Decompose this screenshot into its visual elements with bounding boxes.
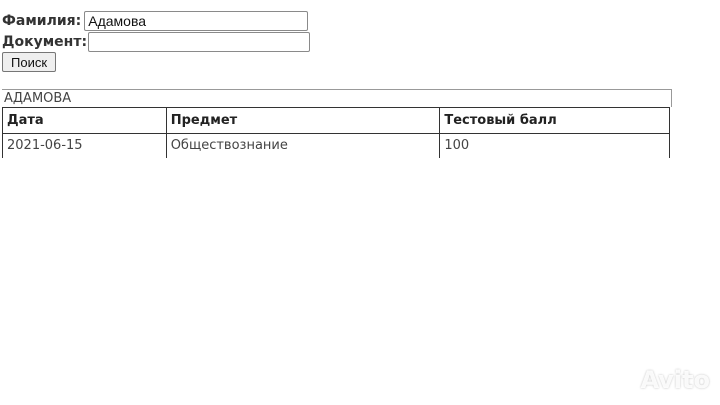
column-header-subject: Предмет [165, 107, 441, 134]
table-row: 2021-06-15 Обществознание 100 [2, 133, 670, 158]
result-name: АДАМОВА [4, 91, 74, 106]
document-input[interactable] [88, 32, 311, 52]
document-label: Документ: [2, 34, 88, 50]
result-block: АДАМОВА Дата Предмет Тестовый балл 2021-… [2, 89, 672, 158]
surname-row: Фамилия: [2, 11, 309, 31]
column-header-date: Дата [2, 107, 167, 134]
cell-score: 100 [439, 133, 670, 158]
column-header-score: Тестовый балл [439, 107, 670, 134]
avito-logo-icon [608, 369, 632, 392]
surname-input[interactable] [84, 11, 309, 31]
cell-date: 2021-06-15 [2, 133, 167, 158]
surname-label: Фамилия: [2, 13, 82, 29]
watermark-text: Avito [640, 366, 710, 394]
table-header-row: Дата Предмет Тестовый балл [2, 107, 670, 134]
cell-subject: Обществознание [165, 133, 441, 158]
results-table: Дата Предмет Тестовый балл 2021-06-15 Об… [2, 107, 670, 158]
search-button[interactable]: Поиск [2, 52, 57, 72]
avito-watermark: Avito [604, 365, 710, 395]
document-row: Документ: [2, 32, 311, 52]
result-header: АДАМОВА [2, 89, 672, 107]
